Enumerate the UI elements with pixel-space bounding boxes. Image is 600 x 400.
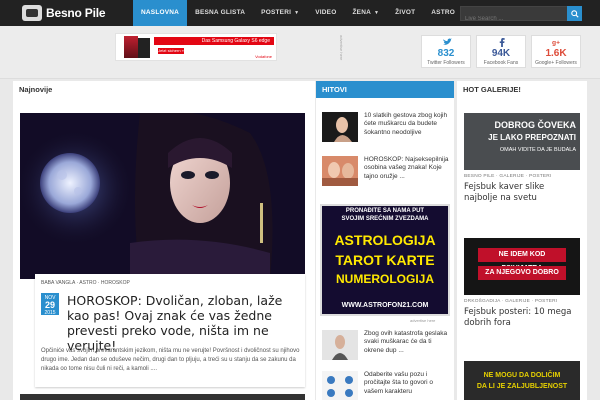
nav-item-label: VIDEO — [315, 9, 337, 16]
gallery-title[interactable]: Fejsbuk posteri: 10 mega dobrih fora — [464, 307, 580, 329]
social-count: 832 — [437, 48, 455, 59]
nav-item-astro[interactable]: ASTRO — [423, 0, 463, 26]
search-box — [460, 6, 582, 26]
astrology-ad[interactable]: PRONAĐITE SA NAMA PUT SVOJIM SREĆNIM ZVE… — [320, 204, 450, 316]
nav-item-label: BESNA GLISTA — [195, 9, 246, 16]
gallery-meta[interactable]: DRKOŠGADIJA · GALERIJE · POSTERI — [464, 299, 580, 304]
nav-item-žena[interactable]: ŽENA ▼ — [344, 0, 387, 26]
gallery-image-text: DOBROG ČOVEKA — [494, 120, 576, 130]
social-counter-googleplus[interactable]: g+ 1.6K Google+ Followers — [531, 35, 581, 68]
hit-thumbnail — [322, 156, 358, 186]
social-counter-facebook[interactable]: 94K Facebook Fans — [476, 35, 526, 68]
hit-title[interactable]: Odaberite vašu pozu i pročitajte šta to … — [364, 371, 452, 396]
gallery-image-text: NE IDEM KOD PSIHIJATRA — [478, 248, 566, 272]
featured-article-image[interactable] — [20, 113, 305, 279]
nav-item-label: ŽENA — [352, 9, 371, 16]
gallery-image[interactable]: DOBROG ČOVEKA JE LAKO PREPOZNATI OMAH VI… — [464, 113, 580, 170]
date-badge: NOV 29 2015 — [41, 293, 59, 316]
nav-item-naslovna[interactable]: NASLOVNA — [133, 0, 188, 26]
gallery-image[interactable]: NE MOGU DA DOLIČIM DA LI JE ZALJUBLJENOS… — [464, 361, 580, 400]
gallery-item[interactable]: DOBROG ČOVEKA JE LAKO PREPOZNATI OMAH VI… — [464, 113, 580, 204]
facebook-icon — [497, 37, 507, 47]
gallery-image[interactable]: NE IDEM KOD PSIHIJATRA ZA NJEGOVO DOBRO — [464, 238, 580, 295]
gallery-item[interactable]: NE IDEM KOD PSIHIJATRA ZA NJEGOVO DOBRO … — [464, 238, 580, 329]
nav-item-label: POSTERI — [261, 9, 292, 16]
phone-image — [124, 36, 138, 58]
hit-thumbnail — [322, 371, 358, 400]
gallery-image-text: NE MOGU DA DOLIČIM — [483, 372, 561, 379]
twitter-icon — [442, 38, 452, 46]
gallery-image-text: OMAH VIDITE DA JE BUDALA — [499, 147, 576, 153]
hit-thumbnail — [322, 330, 358, 360]
site-logo[interactable]: Besno Pile — [22, 4, 106, 22]
astro-ad-tagline-2: SVOJIM SREĆNIM ZVEZDAMA — [341, 216, 429, 222]
search-button[interactable] — [567, 6, 582, 21]
date-day: 29 — [44, 300, 55, 310]
astro-ad-line1: ASTROLOGIJA — [334, 232, 436, 248]
featured-article-excerpt: Opčiniće vas svojim prevarantskim jeziko… — [41, 348, 300, 372]
banner-headline: Das Samsung Galaxy S6 edge — [154, 37, 274, 45]
top-navigation-bar: Besno Pile NASLOVNA BESNA GLISTA POSTERI ▼ V… — [0, 0, 600, 26]
date-year: 2015 — [44, 310, 56, 316]
featured-article-card: BABA VANGLA · ASTRO · HOROSKOP NOV 29 20… — [35, 274, 305, 387]
astro-ad-tagline: PRONAĐITE SA NAMA PUT — [345, 208, 425, 214]
googleplus-icon: g+ — [552, 38, 562, 47]
nav-item-label: ASTRO — [431, 9, 456, 16]
social-label: Facebook Fans — [483, 60, 519, 66]
social-counter-twitter[interactable]: 832 Twitter Followers — [421, 35, 471, 68]
next-article-image[interactable] — [20, 394, 305, 400]
section-title-gallery: HOT GALERIJE! — [463, 85, 521, 94]
hit-item[interactable]: Odaberite vašu pozu i pročitajte šta to … — [322, 371, 454, 400]
gallery-image-text: JE LAKO PREPOZNATI — [488, 133, 576, 142]
search-icon — [570, 9, 579, 18]
section-title-latest: Najnovije — [19, 85, 53, 94]
hit-item[interactable]: HOROSKOP: Najseksepilnija osobina vašeg … — [322, 156, 454, 188]
nav-item-posteri[interactable]: POSTERI ▼ — [253, 0, 307, 26]
hit-title[interactable]: HOROSKOP: Najseksepilnija osobina vašeg … — [364, 156, 452, 181]
nav-item-video[interactable]: VIDEO — [307, 0, 344, 26]
social-count: 1.6K — [545, 48, 567, 59]
samsung-banner-ad[interactable]: Das Samsung Galaxy S6 edge Jetzt sichern… — [115, 33, 277, 61]
gallery-image-text: DA LI JE ZALJUBLJENOST — [476, 383, 568, 390]
chevron-down-icon: ▼ — [373, 10, 380, 16]
chevron-down-icon: ▼ — [294, 10, 300, 16]
logo-text: Besno Pile — [46, 6, 106, 20]
nav-item-label: ŽIVOT — [395, 9, 416, 16]
featured-article-title[interactable]: HOROSKOP: Dvoličan, zloban, laže kao pas… — [67, 293, 303, 353]
hit-item[interactable]: 10 slatkih gestova zbog kojih ćete muška… — [322, 112, 454, 144]
logo-icon — [22, 5, 42, 21]
gallery-meta[interactable]: BESNO PILE · GALERIJE · POSTERI — [464, 174, 580, 179]
hit-thumbnail — [322, 112, 358, 142]
advertise-label: advertise here — [339, 35, 344, 61]
svg-text:g+: g+ — [552, 40, 560, 47]
woman-moon-illustration — [20, 113, 305, 279]
nav-item-besna-glista[interactable]: BESNA GLISTA — [187, 0, 253, 26]
astro-ad-url: WWW.ASTROFON21.COM — [341, 302, 429, 309]
advertise-here-label: advertise here — [410, 318, 436, 323]
gallery-image-text: ZA NJEGOVO DOBRO — [478, 266, 566, 280]
banner-button[interactable]: Jetzt sichern » — [158, 48, 184, 54]
hit-title[interactable]: Zbog ovih katastrofa geslaka svaki muška… — [364, 330, 452, 355]
article-meta[interactable]: BABA VANGLA · ASTRO · HOROSKOP — [41, 280, 130, 286]
social-label: Twitter Followers — [427, 60, 465, 66]
hit-item[interactable]: Zbog ovih katastrofa geslaka svaki muška… — [322, 330, 454, 362]
social-label: Google+ Followers — [535, 60, 577, 66]
banner-brand: Vodafone — [255, 54, 272, 59]
astro-ad-line2: TAROT KARTE — [335, 252, 435, 268]
search-input[interactable] — [461, 12, 569, 26]
social-count: 94K — [491, 48, 511, 59]
section-title-hits: HITOVI — [316, 81, 454, 98]
featured-article[interactable]: BABA VANGLA · ASTRO · HOROSKOP NOV 29 20… — [20, 113, 305, 387]
gallery-title[interactable]: Fejsbuk kaver slike najbolje na svetu — [464, 182, 580, 204]
nav-item-život[interactable]: ŽIVOT — [387, 0, 423, 26]
phone-image-back — [138, 38, 150, 58]
astro-ad-line3: NUMEROLOGIJA — [335, 272, 434, 286]
hit-title[interactable]: 10 slatkih gestova zbog kojih ćete muška… — [364, 112, 452, 137]
main-menu: NASLOVNA BESNA GLISTA POSTERI ▼ VIDEO ŽENA ▼ ŽI… — [133, 0, 463, 26]
nav-item-label: NASLOVNA — [141, 9, 180, 16]
gallery-item[interactable]: NE MOGU DA DOLIČIM DA LI JE ZALJUBLJENOS… — [464, 361, 580, 400]
